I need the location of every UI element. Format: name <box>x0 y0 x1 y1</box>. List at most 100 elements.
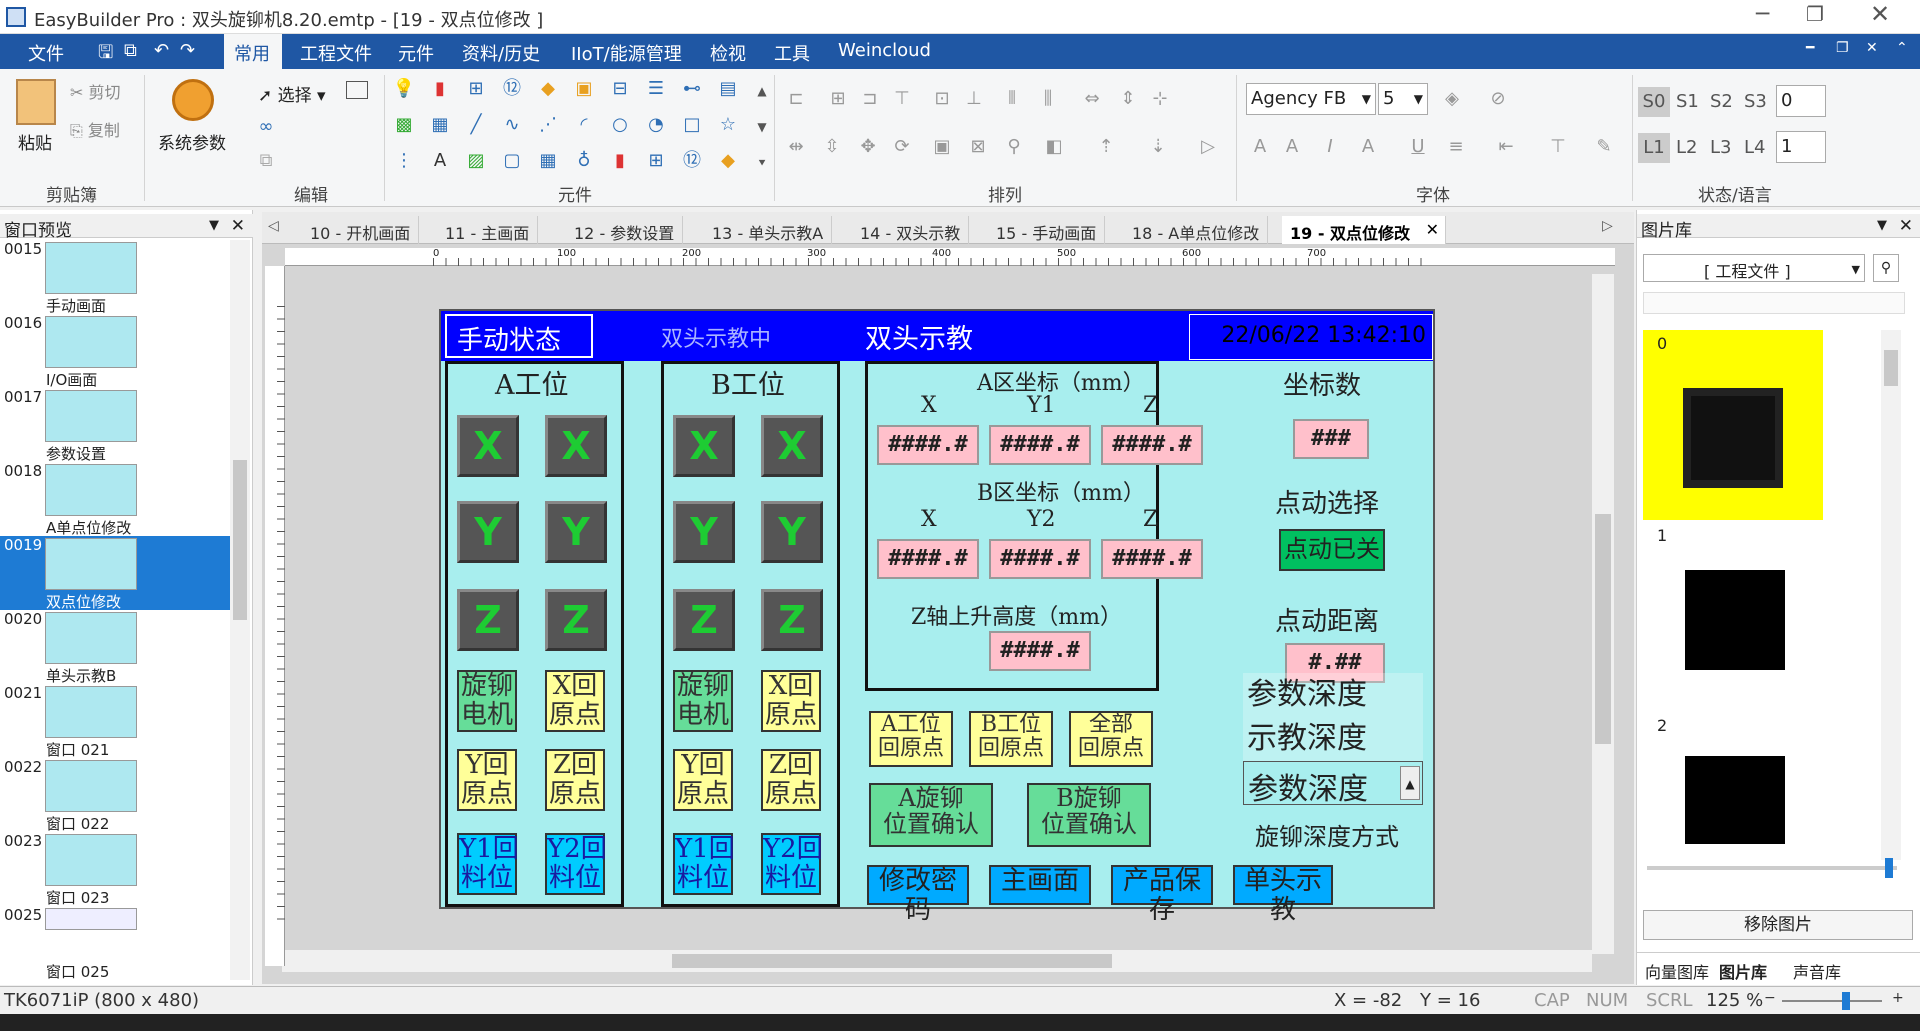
align-top-icon[interactable]: ⊤ <box>890 87 914 111</box>
menu-project[interactable]: 工程文件 <box>300 40 372 66</box>
rectangle-icon[interactable]: □ <box>680 113 704 137</box>
restore-icon[interactable]: ❐ <box>1806 2 1824 26</box>
distribute-v-icon[interactable]: ⫼ <box>1036 87 1060 111</box>
numeric-display2-icon[interactable]: ⊞ <box>644 149 668 173</box>
box-select-icon[interactable] <box>346 81 368 99</box>
picture-item-selected[interactable]: 0 <box>1643 330 1823 520</box>
same-height-icon[interactable]: ⇕ <box>1116 87 1140 111</box>
tab-picture-library[interactable]: 图片库 <box>1719 959 1768 983</box>
single-teach-button[interactable]: 单头示教 <box>1233 865 1333 924</box>
gallery-down-icon[interactable]: ▼ <box>750 115 774 139</box>
b-y-home-button[interactable]: Y回 原点 <box>673 749 733 811</box>
traffic-light2-icon[interactable]: ▮ <box>608 149 632 173</box>
a-x-home-button[interactable]: X回 原点 <box>545 670 605 732</box>
redo-icon[interactable]: ↷ <box>180 40 195 61</box>
ungroup-icon[interactable]: ⊠ <box>966 135 990 159</box>
preview-item[interactable]: 0017 参数设置 <box>0 388 230 463</box>
a-y2-feed-button[interactable]: Y2回 料位 <box>545 833 607 895</box>
table-icon[interactable]: ▤ <box>716 77 740 101</box>
align-right-icon[interactable]: ⊐ <box>858 87 882 111</box>
bulb2-icon[interactable]: ♁ <box>572 149 596 173</box>
b-station-home-button[interactable]: B工位 回原点 <box>969 711 1053 767</box>
menu-weincloud[interactable]: Weincloud <box>838 40 931 61</box>
menu-data-history[interactable]: 资料/历史 <box>462 40 540 66</box>
underline-icon[interactable]: U <box>1406 135 1430 159</box>
scale-icon[interactable]: ⋮ <box>392 149 416 173</box>
tab-18[interactable]: 18 - A单点位修改 <box>1124 216 1269 244</box>
hmi-screen[interactable]: 手动状态 双头示教中 双头示教 22/06/22 13:42:10 A工位 X … <box>439 309 1435 924</box>
menu-elements[interactable]: 元件 <box>398 40 434 66</box>
tab-15[interactable]: 15 - 手动画面 <box>988 216 1106 244</box>
pie-icon[interactable]: ◔ <box>644 113 668 137</box>
font-color-icon[interactable]: A <box>1356 135 1380 159</box>
tab-scroll-left-icon[interactable]: ◁ <box>268 218 279 234</box>
numeric-display-icon[interactable]: ⊞ <box>464 77 488 101</box>
a-y-plus-button[interactable]: Y <box>457 501 519 563</box>
gallery-more-icon[interactable]: ⯆ <box>750 151 774 175</box>
close-panel-icon[interactable]: ✕ <box>231 216 245 236</box>
preview-item[interactable]: 0022 窗口 022 <box>0 758 230 833</box>
dropdown-arrow-icon[interactable]: ▲ <box>1400 766 1420 800</box>
slider-icon[interactable]: ⊷ <box>680 77 704 101</box>
layer-icon[interactable]: ◧ <box>1042 135 1066 159</box>
text-effect-icon[interactable]: ✎ <box>1592 135 1616 159</box>
b-z-home-button[interactable]: Z回 原点 <box>761 749 821 811</box>
library-search-icon[interactable]: ⚲ <box>1873 254 1899 282</box>
preview-scrollbar[interactable] <box>230 240 250 980</box>
traffic-light-icon[interactable]: ▮ <box>428 77 452 101</box>
b-rivet-confirm-button[interactable]: B旋铆 位置确认 <box>1027 783 1151 847</box>
thumbnail-size-slider[interactable] <box>1647 858 1897 878</box>
tag-icon[interactable]: ◆ <box>536 77 560 101</box>
tab-14[interactable]: 14 - 双头示教 <box>852 216 970 244</box>
a-x-minus-button[interactable]: X <box>545 415 607 477</box>
link-icon[interactable]: ∞ <box>254 115 278 139</box>
library-source-select[interactable]: [ 工程文件 ] ▼ <box>1643 254 1865 282</box>
coord-a-z-value[interactable]: ####.# <box>1101 425 1203 465</box>
align-center-icon[interactable]: ⊞ <box>826 87 850 111</box>
state-s3[interactable]: S3 <box>1744 91 1767 112</box>
tab-scroll-right-icon[interactable]: ▷ <box>1602 218 1613 234</box>
cut-button[interactable]: ✂ 剪切 <box>70 79 121 103</box>
a-z-home-button[interactable]: Z回 原点 <box>545 749 605 811</box>
main-screen-button[interactable]: 主画面 <box>989 865 1091 905</box>
polyline-icon[interactable]: ∿ <box>500 113 524 137</box>
tab-sound-library[interactable]: 声音库 <box>1793 959 1841 983</box>
font-grow-icon[interactable]: A <box>1248 135 1272 159</box>
b-rivet-motor-button[interactable]: 旋铆 电机 <box>673 670 733 732</box>
align-text-icon[interactable]: ≡ <box>1444 135 1468 159</box>
lang-l3[interactable]: L3 <box>1710 137 1731 158</box>
menu-file[interactable]: 文件 <box>28 40 64 66</box>
tab-11[interactable]: 11 - 主画面 <box>437 216 539 244</box>
depth-mode-select[interactable]: 参数深度 ▲ <box>1243 761 1423 807</box>
a-z-minus-button[interactable]: Z <box>545 589 607 651</box>
send-back-icon[interactable]: ⇣ <box>1146 135 1170 159</box>
star-icon[interactable]: ☆ <box>716 113 740 137</box>
font-size-select[interactable]: 5 ▼ <box>1378 83 1428 115</box>
align-left-icon[interactable]: ⊏ <box>784 87 808 111</box>
paste-icon[interactable] <box>16 79 56 125</box>
coord-b-y2-value[interactable]: ####.# <box>989 539 1091 579</box>
coord-b-z-value[interactable]: ####.# <box>1101 539 1203 579</box>
b-x-home-button[interactable]: X回 原点 <box>761 670 821 732</box>
system-params-button[interactable]: 系统参数 <box>158 129 226 154</box>
numeric-input2-icon[interactable]: ⑫ <box>680 149 704 173</box>
zoom-slider[interactable] <box>1782 992 1882 1010</box>
frame-icon[interactable]: ▢ <box>500 149 524 173</box>
ascii-object-icon[interactable]: ▦ <box>428 113 452 137</box>
preview-item-selected[interactable]: 0019 双点位修改 <box>0 536 230 611</box>
b-z-plus-button[interactable]: Z <box>673 589 735 651</box>
min-doc-icon[interactable]: ━ <box>1806 40 1814 56</box>
grid-icon[interactable]: ▦ <box>536 149 560 173</box>
tag2-icon[interactable]: ◆ <box>716 149 740 173</box>
move-icon[interactable]: ✥ <box>856 135 880 159</box>
flip-h-icon[interactable]: ⇹ <box>784 135 808 159</box>
tab-19-active[interactable]: 19 - 双点位修改 ✕ <box>1282 216 1446 244</box>
close-doc-icon[interactable]: ✕ <box>1866 40 1878 56</box>
jog-off-button[interactable]: 点动已关 <box>1279 529 1385 571</box>
lang-input[interactable]: 1 <box>1776 131 1826 163</box>
preview-item[interactable]: 0020 单头示教B <box>0 610 230 685</box>
bulb-icon[interactable]: 💡 <box>392 77 416 101</box>
remove-picture-button[interactable]: 移除图片 <box>1643 910 1913 940</box>
circle-icon[interactable]: ○ <box>608 113 632 137</box>
save-icon[interactable]: 🖫 <box>98 40 113 70</box>
